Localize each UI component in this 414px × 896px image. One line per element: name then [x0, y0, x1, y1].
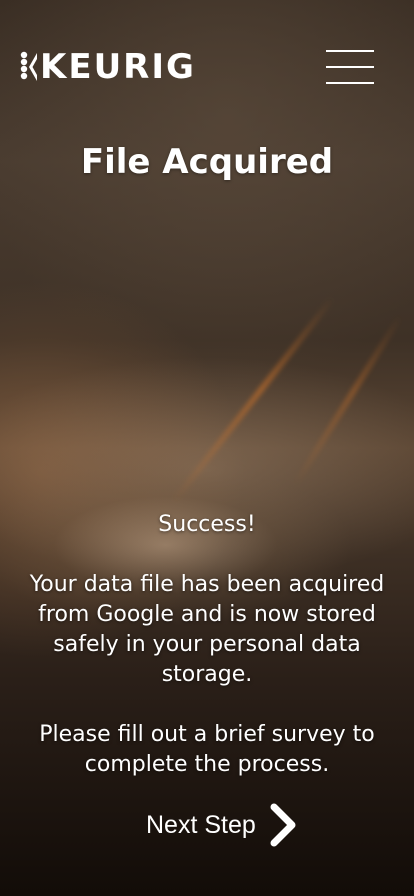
- next-step-label: Next Step: [146, 811, 256, 839]
- acquired-message: Your data file has been acquired from Go…: [29, 572, 385, 687]
- hamburger-menu-icon-line: [326, 50, 374, 52]
- hamburger-menu-icon-line: [326, 82, 374, 84]
- file-acquired-screen: KEURIG File Acquired Success! Your data …: [0, 0, 414, 896]
- header: KEURIG: [0, 0, 414, 120]
- success-message: Success!: [158, 512, 256, 537]
- keurig-k-mark-icon: [20, 51, 37, 81]
- survey-message: Please fill out a brief survey to comple…: [39, 722, 375, 777]
- background-light-streak: [292, 313, 404, 487]
- next-step-button[interactable]: Next Step: [140, 800, 300, 850]
- chevron-right-icon: [270, 803, 296, 847]
- keurig-logo[interactable]: KEURIG: [20, 49, 196, 85]
- logo-text: KEURIG: [40, 47, 196, 87]
- background-light-streak: [170, 295, 336, 505]
- hamburger-menu-icon-line: [326, 66, 374, 68]
- menu-button[interactable]: [326, 48, 376, 86]
- page-title: File Acquired: [80, 142, 334, 182]
